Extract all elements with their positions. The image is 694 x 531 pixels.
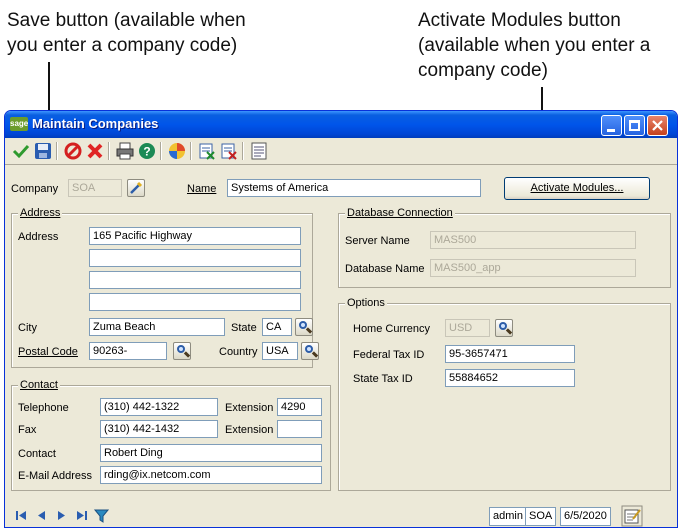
- currency-lookup-button[interactable]: [495, 319, 513, 337]
- address-group-title: Address: [18, 207, 63, 219]
- address-line-3-field[interactable]: [89, 271, 301, 289]
- postal-code-label: Postal Code: [18, 346, 78, 358]
- first-record-icon[interactable]: [13, 507, 30, 524]
- previous-record-icon[interactable]: [33, 507, 50, 524]
- country-label: Country: [219, 346, 258, 358]
- city-label: City: [18, 322, 37, 334]
- search-icon-handle: [311, 351, 319, 358]
- federal-tax-id-field[interactable]: 95-3657471: [445, 345, 575, 363]
- postal-code-field[interactable]: 90263-: [89, 342, 167, 360]
- telephone-field[interactable]: (310) 442-1322: [100, 398, 218, 416]
- svg-text:?: ?: [143, 145, 150, 159]
- toolbar-separator: [242, 142, 244, 160]
- state-field[interactable]: CA: [262, 318, 292, 336]
- contact-name-field[interactable]: Robert Ding: [100, 444, 322, 462]
- close-button[interactable]: [647, 115, 668, 136]
- name-label: Name: [187, 183, 217, 195]
- address-line-1-field[interactable]: 165 Pacific Highway: [89, 227, 301, 245]
- title-bar[interactable]: sage Maintain Companies: [5, 111, 677, 138]
- company-lookup-button[interactable]: [127, 179, 145, 197]
- state-lookup-button[interactable]: [295, 318, 313, 336]
- status-company: SOA: [525, 507, 557, 526]
- company-lookup-icon: [130, 181, 143, 194]
- activate-modules-button[interactable]: Activate Modules...: [504, 177, 650, 200]
- server-name-field[interactable]: MAS500: [430, 231, 636, 249]
- minimize-button[interactable]: [601, 115, 622, 136]
- address-line-4-field[interactable]: [89, 293, 301, 311]
- country-lookup-button[interactable]: [301, 342, 319, 360]
- activate-button-callout: Activate Modules button (available when …: [418, 10, 651, 81]
- close-icon: [652, 120, 663, 131]
- federal-tax-id-label: Federal Tax ID: [353, 349, 425, 361]
- search-icon-handle: [305, 327, 313, 334]
- home-currency-label: Home Currency: [353, 323, 431, 335]
- state-tax-id-field[interactable]: 55884652: [445, 369, 575, 387]
- status-bar: admin SOA 6/5/2020: [5, 501, 677, 527]
- calendar-icon[interactable]: [621, 505, 643, 527]
- contact-label: Contact: [18, 448, 56, 460]
- fax-extension-field[interactable]: [277, 420, 322, 438]
- toolbar-separator: [190, 142, 192, 160]
- address-line-2-field[interactable]: [89, 249, 301, 267]
- search-icon-handle: [505, 328, 513, 335]
- company-code-field[interactable]: SOA: [68, 179, 122, 197]
- city-field[interactable]: Zuma Beach: [89, 318, 225, 336]
- database-group-title: Database Connection: [345, 207, 455, 219]
- database-name-label: Database Name: [345, 263, 425, 275]
- address-label: Address: [18, 231, 59, 243]
- extension-label: Extension: [225, 402, 274, 414]
- fax-field[interactable]: (310) 442-1432: [100, 420, 218, 438]
- company-label: Company: [11, 183, 59, 195]
- email-field[interactable]: rding@ix.netcom.com: [100, 466, 322, 484]
- state-tax-id-label: State Tax ID: [353, 373, 413, 385]
- cancel-icon[interactable]: [85, 141, 105, 161]
- sage-logo-icon: sage: [10, 117, 28, 131]
- maintain-companies-window: sage Maintain Companies ? Company SOA Na…: [4, 110, 678, 528]
- database-name-field[interactable]: MAS500_app: [430, 259, 636, 277]
- toolbar-separator: [56, 142, 58, 160]
- status-date: 6/5/2020: [560, 507, 611, 526]
- customize-icon[interactable]: [167, 141, 187, 161]
- options-group-title: Options: [345, 297, 387, 309]
- email-label: E-Mail Address: [18, 470, 92, 482]
- fax-label: Fax: [18, 424, 37, 436]
- server-name-label: Server Name: [345, 235, 410, 247]
- toolbar: ?: [5, 138, 677, 165]
- country-field[interactable]: USA: [262, 342, 298, 360]
- window-title: Maintain Companies: [32, 116, 159, 131]
- last-record-icon[interactable]: [73, 507, 90, 524]
- postal-code-label-text: Postal Code: [18, 346, 78, 358]
- activate-modules-label: Activate Modules...: [530, 182, 624, 194]
- postal-lookup-button[interactable]: [173, 342, 191, 360]
- accept-icon[interactable]: [11, 141, 31, 161]
- company-name-field[interactable]: Systems of America: [227, 179, 481, 197]
- print-icon[interactable]: [115, 141, 135, 161]
- save-button-callout: Save button (available when you enter a …: [7, 10, 246, 56]
- filter-icon[interactable]: [93, 507, 110, 524]
- search-icon-handle: [183, 351, 191, 358]
- state-label: State: [231, 322, 257, 334]
- maximize-button[interactable]: [624, 115, 645, 136]
- notes-icon[interactable]: [249, 141, 269, 161]
- toolbar-separator: [160, 142, 162, 160]
- memo-icon[interactable]: [197, 141, 217, 161]
- status-user: admin: [489, 507, 527, 526]
- delete-icon[interactable]: [63, 141, 83, 161]
- fax-extension-label: Extension: [225, 424, 274, 436]
- toolbar-separator: [108, 142, 110, 160]
- home-currency-field[interactable]: USD: [445, 319, 490, 337]
- memo-clear-icon[interactable]: [219, 141, 239, 161]
- telephone-label: Telephone: [18, 402, 69, 414]
- next-record-icon[interactable]: [53, 507, 70, 524]
- contact-group-title: Contact: [18, 379, 60, 391]
- help-icon[interactable]: ?: [137, 141, 157, 161]
- extension-field[interactable]: 4290: [277, 398, 322, 416]
- save-icon[interactable]: [33, 141, 53, 161]
